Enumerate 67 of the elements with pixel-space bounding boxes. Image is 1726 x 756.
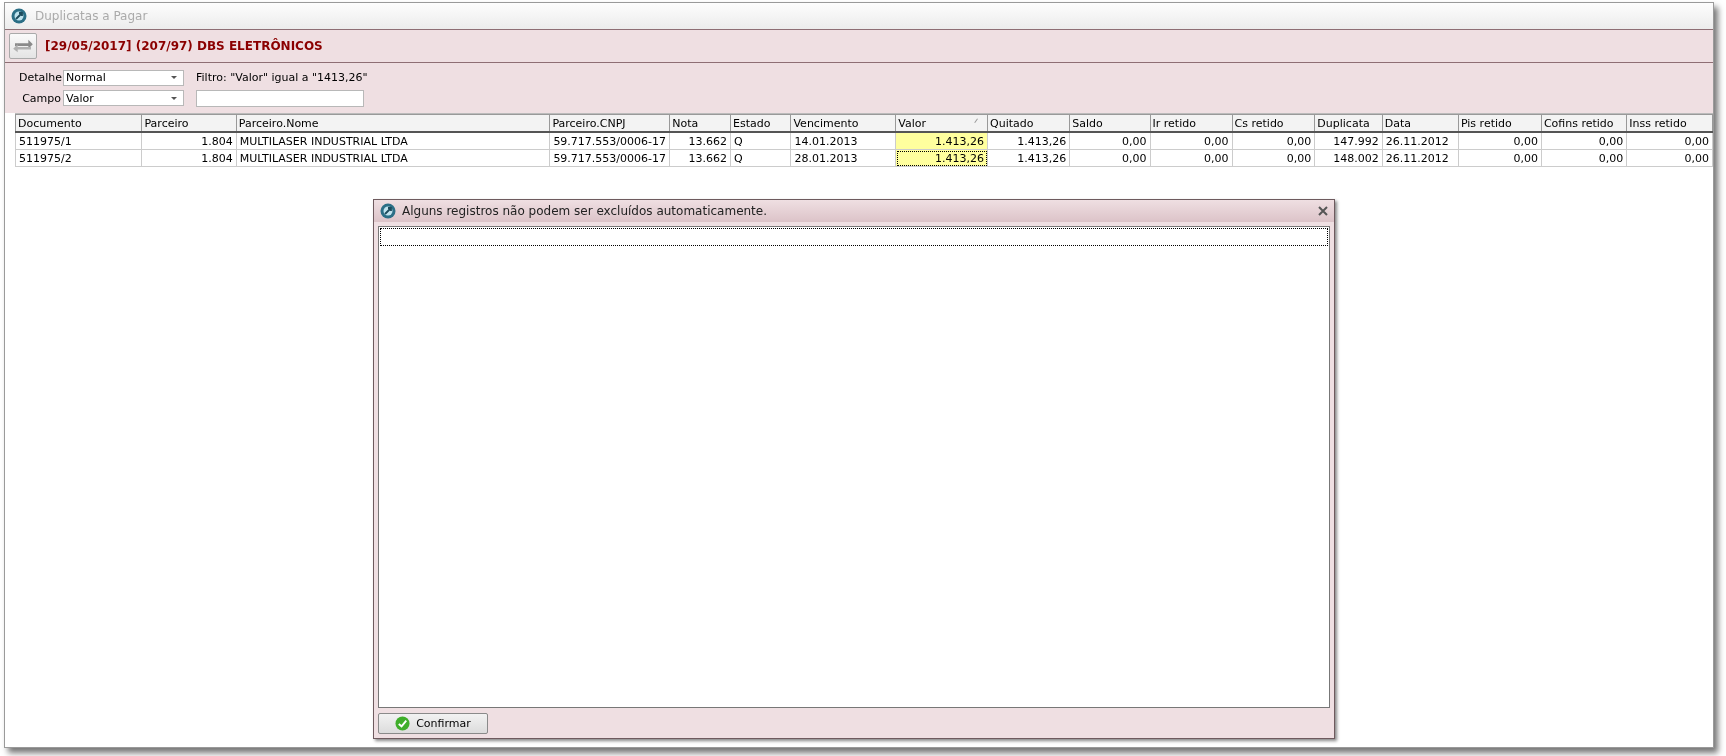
app-logo-icon bbox=[11, 8, 27, 24]
table-cell: 148.002 bbox=[1314, 149, 1383, 167]
table-cell: Q bbox=[730, 132, 791, 150]
table-cell: 0,00 bbox=[1150, 149, 1233, 167]
table-cell: 1.804 bbox=[142, 132, 237, 150]
table-cell: MULTILASER INDUSTRIAL LTDA bbox=[236, 132, 550, 150]
field-label: Campo bbox=[21, 91, 61, 105]
table-cell: 26.11.2012 bbox=[1382, 149, 1459, 167]
table-cell: MULTILASER INDUSTRIAL LTDA bbox=[236, 149, 550, 167]
column-header[interactable]: Documento bbox=[15, 114, 142, 132]
column-header[interactable]: Parceiro.CNPJ bbox=[549, 114, 670, 132]
table-cell: 28.01.2013 bbox=[790, 149, 896, 167]
dropdown[interactable]: Valor bbox=[63, 90, 184, 106]
column-header[interactable]: Cs retido bbox=[1232, 114, 1315, 132]
table-cell: 0,00 bbox=[1232, 149, 1315, 167]
swap-button[interactable] bbox=[9, 33, 37, 59]
swap-arrows-icon bbox=[12, 38, 34, 54]
table-cell: 1.804 bbox=[142, 149, 237, 167]
column-header[interactable]: Data bbox=[1382, 114, 1459, 132]
table-cell: 13.662 bbox=[669, 132, 731, 150]
column-header[interactable]: Saldo bbox=[1069, 114, 1151, 132]
table-cell: 0,00 bbox=[1150, 132, 1233, 150]
table-cell: 0,00 bbox=[1541, 149, 1627, 167]
table-cell: 26.11.2012 bbox=[1382, 132, 1459, 150]
table-cell: 59.717.553/0006-17 bbox=[549, 149, 670, 167]
column-header[interactable]: Quitado bbox=[987, 114, 1070, 132]
column-header[interactable]: Ir retido bbox=[1150, 114, 1233, 132]
filter-input[interactable] bbox=[196, 89, 364, 107]
table-cell: 511975/2 bbox=[15, 149, 142, 167]
column-header[interactable]: Vencimento bbox=[790, 114, 896, 132]
check-icon bbox=[395, 715, 411, 731]
table-cell: 0,00 bbox=[1069, 149, 1151, 167]
column-header[interactable]: Cofins retido bbox=[1541, 114, 1627, 132]
table-cell: 0,00 bbox=[1626, 149, 1713, 167]
table-cell: 1.413,26 bbox=[987, 132, 1070, 150]
field-label: Detalhe bbox=[19, 71, 61, 84]
column-header[interactable]: Parceiro.Nome bbox=[236, 114, 550, 132]
column-header[interactable]: Valor bbox=[895, 114, 988, 132]
app-logo-icon bbox=[380, 203, 396, 219]
dropdown[interactable]: Normal bbox=[63, 69, 184, 86]
table-cell: 0,00 bbox=[1458, 149, 1542, 167]
table-cell: 0,00 bbox=[1069, 132, 1151, 150]
table-cell: 13.662 bbox=[669, 149, 731, 167]
header-title: [29/05/2017] (207/97) DBS ELETRÔNICOS bbox=[45, 39, 323, 53]
table-cell: 1.413,26 bbox=[987, 149, 1070, 167]
column-header[interactable]: Inss retido bbox=[1626, 114, 1713, 132]
close-icon[interactable] bbox=[1318, 206, 1328, 216]
caret-icon bbox=[171, 76, 177, 79]
column-header[interactable]: Parceiro bbox=[142, 114, 237, 132]
table-cell: 14.01.2013 bbox=[790, 132, 896, 150]
column-header[interactable]: Nota bbox=[669, 114, 731, 132]
table-cell: 59.717.553/0006-17 bbox=[549, 132, 670, 150]
table-cell: 0,00 bbox=[1626, 132, 1713, 150]
column-header[interactable]: Pis retido bbox=[1458, 114, 1542, 132]
table-cell: 0,00 bbox=[1541, 132, 1627, 150]
table-cell: Q bbox=[730, 149, 791, 167]
window-title: Duplicatas a Pagar bbox=[35, 9, 148, 23]
confirm-button[interactable]: Confirmar bbox=[378, 712, 488, 734]
filter-text: Filtro: "Valor" igual a "1413,26" bbox=[196, 71, 368, 84]
table-cell: 0,00 bbox=[1458, 132, 1542, 150]
table-cell: 511975/1 bbox=[15, 132, 142, 150]
column-header[interactable]: Estado bbox=[730, 114, 791, 132]
caret-icon bbox=[171, 96, 177, 100]
table-cell: 0,00 bbox=[1232, 132, 1315, 150]
column-header[interactable]: Duplicata bbox=[1314, 114, 1383, 132]
table-cell: 147.992 bbox=[1314, 132, 1383, 150]
dialog-title: Alguns registros não podem ser excluídos automaticamente. bbox=[402, 204, 768, 218]
